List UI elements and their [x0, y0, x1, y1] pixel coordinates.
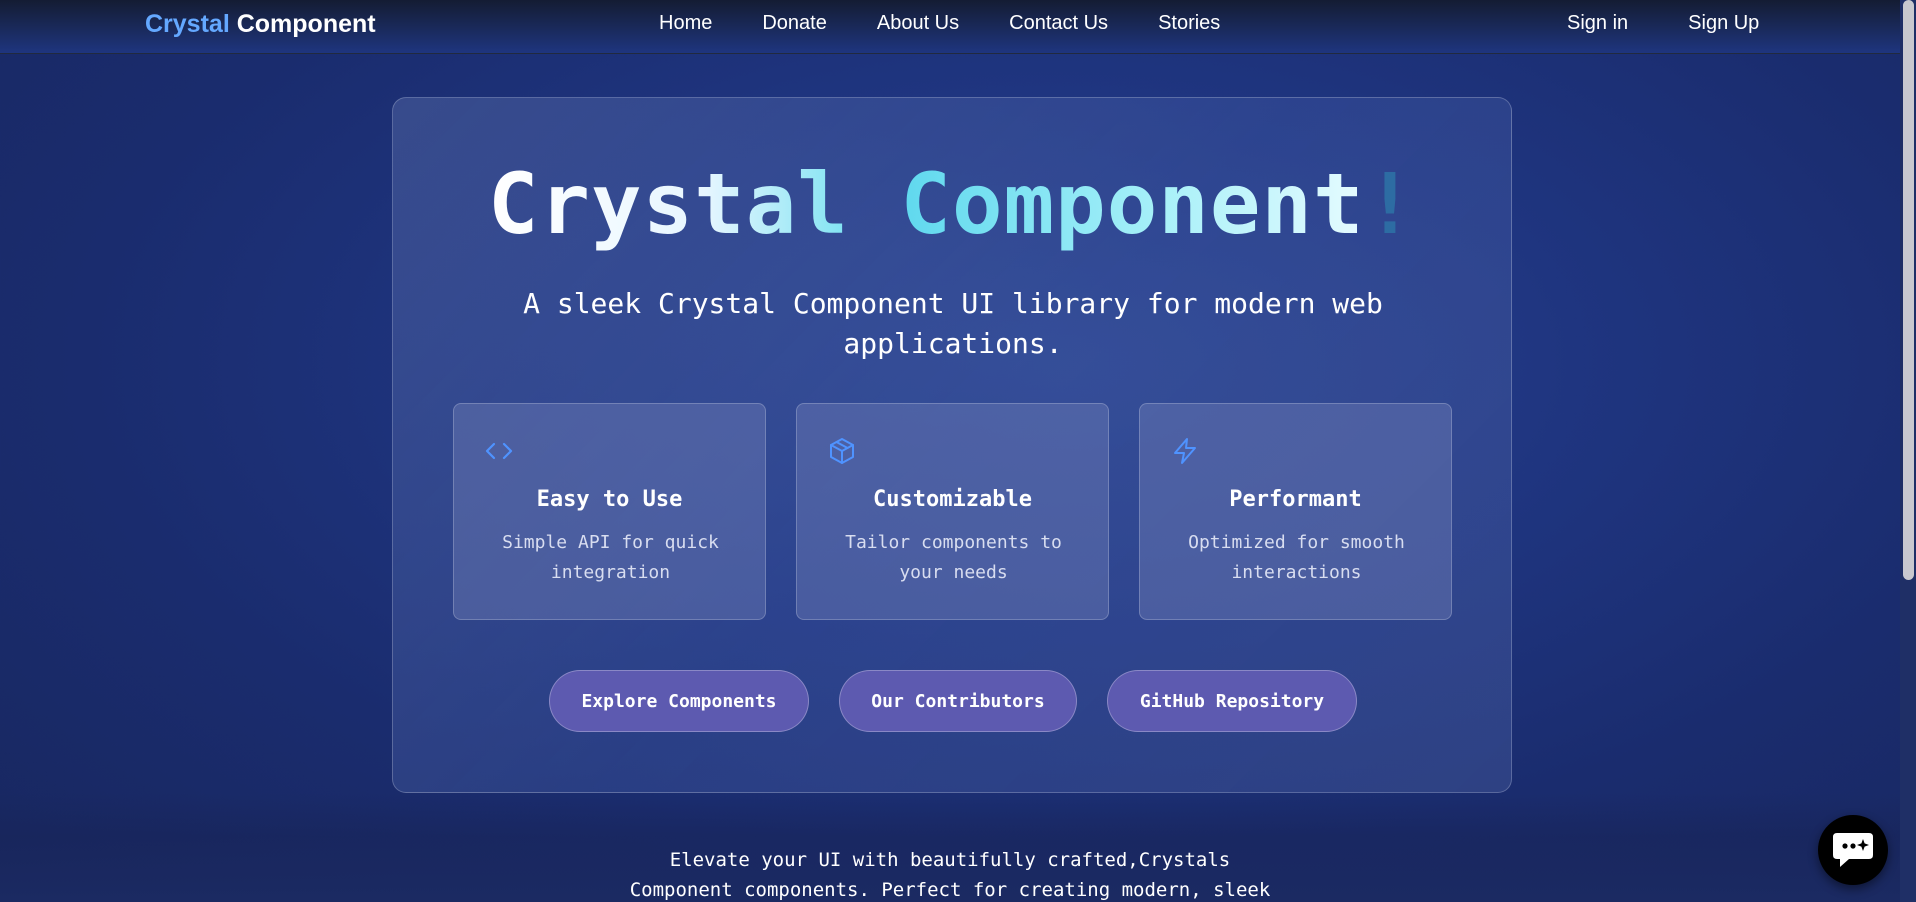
- tagline: Elevate your UI with beautifully crafted…: [0, 845, 1900, 902]
- chat-button[interactable]: [1818, 815, 1888, 885]
- chat-icon: [1833, 833, 1873, 867]
- scrollbar-thumb[interactable]: [1903, 0, 1914, 580]
- hero-title-word1: Crystal: [487, 155, 849, 253]
- page-scrollbar[interactable]: [1900, 0, 1916, 902]
- feature-cards: Easy to Use Simple API for quick integra…: [453, 403, 1452, 620]
- github-repository-button[interactable]: GitHub Repository: [1107, 670, 1357, 732]
- top-navbar: Crystal Component Home Donate About Us C…: [0, 0, 1900, 54]
- feature-title: Customizable: [873, 487, 1032, 512]
- feature-card-customizable: Customizable Tailor components to your n…: [796, 403, 1109, 620]
- code-icon: [485, 442, 513, 460]
- sign-up-link[interactable]: Sign Up: [1688, 12, 1759, 35]
- brand-name-part1: Crystal: [145, 10, 230, 38]
- feature-card-performant: Performant Optimized for smooth interact…: [1139, 403, 1452, 620]
- feature-description: Optimized for smooth interactions: [1188, 532, 1405, 583]
- hero-subtitle: A sleek Crystal Component UI library for…: [523, 287, 1383, 360]
- feature-title: Performant: [1229, 487, 1362, 512]
- hero-title: Crystal Component!: [393, 155, 1511, 253]
- hero-title-mark: !: [1364, 155, 1417, 253]
- brand-name-part2: Component: [236, 10, 376, 38]
- nav-link-donate[interactable]: Donate: [762, 12, 827, 35]
- cta-buttons: Explore Components Our Contributors GitH…: [549, 670, 1357, 732]
- nav-link-about-us[interactable]: About Us: [877, 12, 959, 35]
- feature-description: Simple API for quick integration: [502, 532, 719, 583]
- feature-card-easy-to-use: Easy to Use Simple API for quick integra…: [453, 403, 766, 620]
- brand-logo[interactable]: Crystal Component: [145, 10, 376, 39]
- our-contributors-button[interactable]: Our Contributors: [839, 670, 1077, 732]
- explore-components-button[interactable]: Explore Components: [549, 670, 809, 732]
- hero-title-word2: Component: [900, 155, 1365, 253]
- nav-link-home[interactable]: Home: [659, 12, 712, 35]
- auth-links: Sign in Sign Up: [1567, 12, 1759, 35]
- tagline-line2: Component components. Perfect for creati…: [629, 879, 1271, 901]
- box-icon: [830, 438, 854, 464]
- nav-link-contact-us[interactable]: Contact Us: [1009, 12, 1108, 35]
- sign-in-link[interactable]: Sign in: [1567, 12, 1628, 35]
- nav-links: Home Donate About Us Contact Us Stories: [659, 12, 1270, 35]
- hero-card: Crystal Component! A sleek Crystal Compo…: [392, 97, 1512, 793]
- lightning-icon: [1174, 438, 1196, 464]
- nav-link-stories[interactable]: Stories: [1158, 12, 1220, 35]
- tagline-line1: Elevate your UI with beautifully crafted…: [669, 849, 1231, 871]
- feature-description: Tailor components to your needs: [845, 532, 1062, 583]
- feature-title: Easy to Use: [536, 487, 683, 512]
